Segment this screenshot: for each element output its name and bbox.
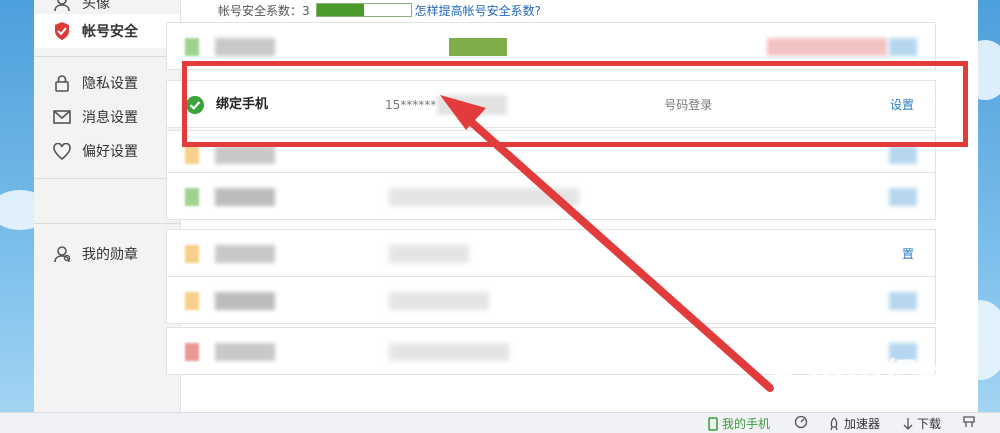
panel-toggle-button[interactable] — [962, 415, 980, 429]
security-score-fill — [316, 4, 364, 16]
medal-icon — [52, 244, 72, 264]
accelerator-button[interactable]: 加速器 — [828, 415, 880, 432]
sidebar: 头像 帐号安全 隐私设置 消息设置 偏好设置 我的勋章 — [34, 0, 181, 412]
blurred-content — [185, 343, 199, 361]
blurred-content — [889, 188, 917, 206]
sidebar-item-label: 我的勋章 — [82, 247, 138, 263]
settings-link[interactable]: 置 — [902, 245, 914, 263]
watermark-sub: jingyan.baidu.com — [774, 397, 885, 411]
sidebar-item-label: 消息设置 — [82, 110, 138, 126]
blurred-content — [185, 188, 199, 206]
download-arrow-icon — [903, 417, 913, 431]
sidebar-item-privacy[interactable]: 隐私设置 — [34, 66, 180, 100]
sidebar-item-label: 偏好设置 — [82, 144, 138, 160]
blurred-content — [215, 292, 275, 310]
improve-score-link[interactable]: 怎样提高帐号安全系数? — [415, 2, 541, 19]
blurred-content — [215, 245, 275, 263]
blurred-content — [215, 146, 275, 164]
blurred-content — [215, 188, 275, 206]
sidebar-item-label: 帐号安全 — [82, 24, 138, 40]
phone-icon — [708, 416, 718, 431]
sidebar-divider — [34, 178, 180, 179]
highlight-box — [182, 61, 968, 147]
rocket-icon — [828, 416, 840, 431]
sidebar-item-label: 隐私设置 — [82, 76, 138, 92]
security-score-line: 帐号安全系数：3 怎样提高帐号安全系数? — [218, 0, 541, 20]
security-score-label: 帐号安全系数：3 — [218, 3, 310, 18]
my-phone-button[interactable]: 我的手机 — [708, 415, 770, 432]
blurred-content — [889, 38, 917, 56]
blurred-content — [767, 38, 887, 56]
security-score-bar — [315, 3, 412, 17]
my-phone-label: 我的手机 — [722, 417, 771, 431]
list-item[interactable] — [166, 172, 936, 220]
blurred-content — [449, 38, 507, 56]
blurred-content — [185, 292, 199, 310]
list-item[interactable]: 置 — [166, 229, 936, 277]
sidebar-item-medals[interactable]: 我的勋章 — [34, 237, 180, 271]
blurred-content — [185, 146, 199, 164]
sidebar-divider — [34, 56, 180, 57]
sidebar-divider — [34, 223, 180, 224]
watermark-main: Baidu经验 — [770, 356, 955, 396]
blurred-content — [389, 343, 509, 361]
sidebar-item-preferences[interactable]: 偏好设置 — [34, 134, 180, 168]
sidebar-item-label: 头像 — [82, 0, 110, 12]
blurred-content — [389, 292, 489, 310]
blurred-content — [389, 245, 469, 263]
accelerator-label: 加速器 — [844, 417, 881, 431]
gauge-icon — [794, 415, 808, 429]
blurred-content — [215, 343, 275, 361]
blurred-content — [185, 245, 199, 263]
baidu-watermark: Baidu经验 jingyan.baidu.com — [770, 348, 954, 411]
list-item[interactable] — [166, 276, 936, 324]
user-icon — [52, 0, 72, 13]
shield-icon — [52, 21, 72, 41]
sidebar-item-messages[interactable]: 消息设置 — [34, 100, 180, 134]
sidebar-item-account-security[interactable]: 帐号安全 — [34, 14, 180, 48]
status-bar: 我的手机 加速器 下载 — [0, 412, 1000, 433]
blurred-content — [389, 188, 579, 206]
blurred-content — [889, 292, 917, 310]
blurred-content — [215, 38, 275, 56]
blurred-content — [889, 146, 917, 164]
panel-icon — [962, 415, 976, 429]
mail-icon — [52, 107, 72, 127]
lock-icon — [52, 73, 72, 93]
blurred-content — [185, 38, 199, 56]
heart-icon — [52, 141, 72, 161]
download-button[interactable]: 下载 — [903, 415, 941, 432]
speed-icon-button[interactable] — [794, 415, 812, 429]
download-label: 下载 — [917, 417, 942, 431]
